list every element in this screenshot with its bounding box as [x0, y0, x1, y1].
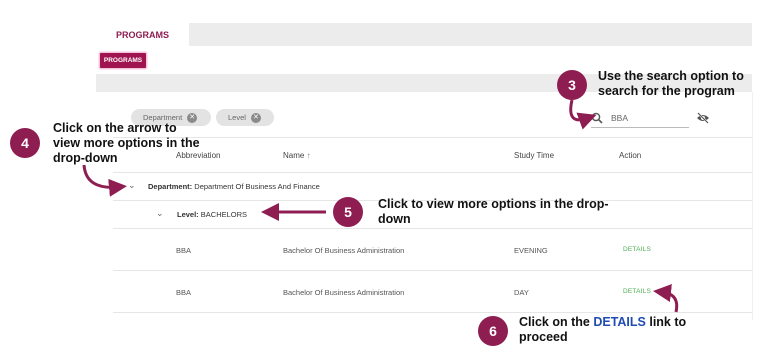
arrow-step-6 [653, 284, 679, 313]
arrow-step-3 [569, 99, 597, 130]
annotation-arrows [82, 99, 679, 313]
arrow-step-4 [82, 164, 127, 197]
